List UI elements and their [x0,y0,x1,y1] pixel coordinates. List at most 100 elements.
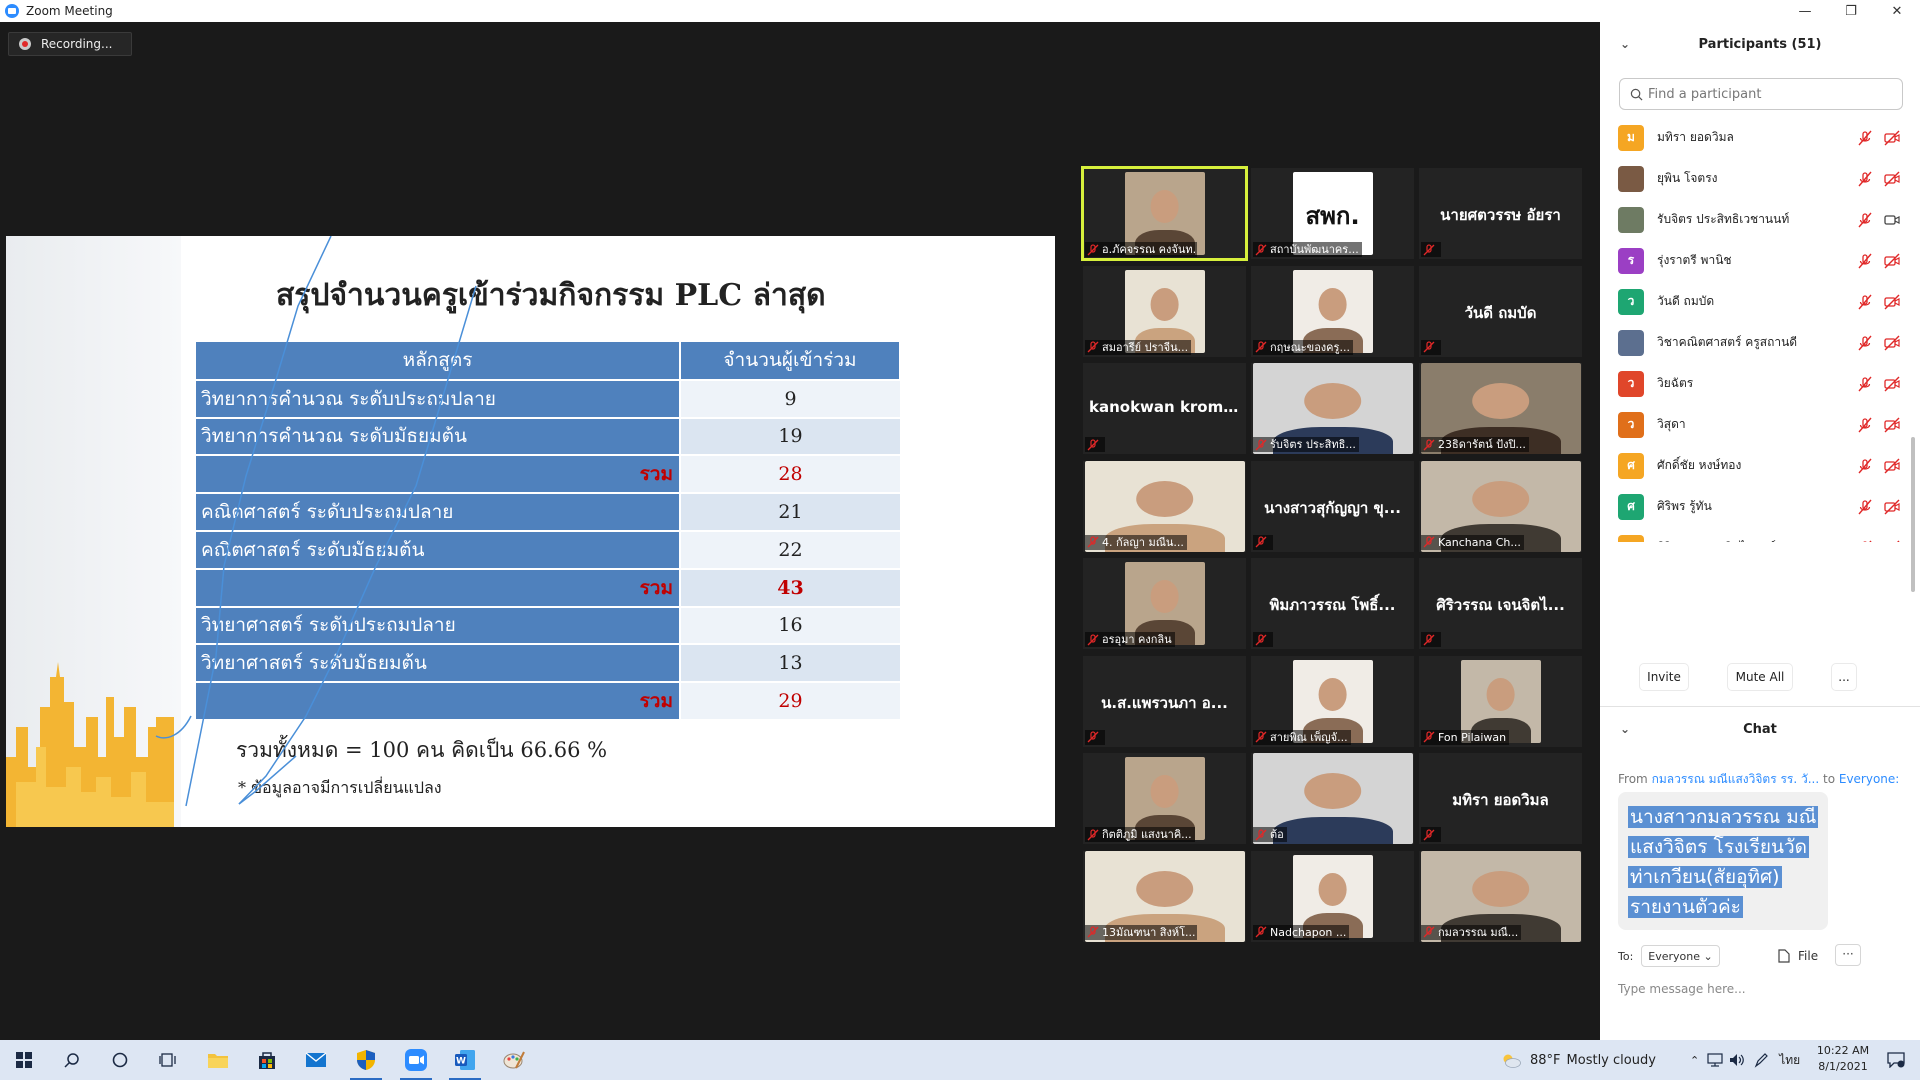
video-tile[interactable]: ต้อ [1251,753,1414,844]
video-tile[interactable]: สพก. สถาบันพัฒนาคร... [1251,168,1414,259]
taskbar-word[interactable]: W [441,1040,489,1080]
video-off-icon[interactable] [1884,376,1900,392]
video-camera-icon[interactable] [1884,212,1900,228]
participant-row[interactable]: ยุพิน โจตรง [1600,158,1914,199]
video-off-icon[interactable] [1884,458,1900,474]
muted-mic-icon[interactable] [1857,540,1873,542]
muted-mic-icon[interactable] [1857,212,1873,228]
video-tile[interactable]: อรอุมา คงกลิน [1083,558,1246,649]
participant-row[interactable]: ศ ศิริพร รู้ทัน [1600,486,1914,527]
minimize-button[interactable]: — [1782,0,1828,22]
muted-mic-icon [1423,633,1435,645]
collapse-chevron-icon[interactable]: ⌄ [1620,37,1630,51]
muted-mic-icon[interactable] [1857,171,1873,187]
muted-mic-icon[interactable] [1857,376,1873,392]
pen-icon[interactable] [1753,1052,1769,1068]
video-off-icon[interactable] [1884,335,1900,351]
chat-message-bubble[interactable]: นางสาวกมลวรรณ มณีแสงวิจิตร โรงเรียนวัดท่… [1618,792,1828,930]
taskbar-zoom[interactable] [392,1040,440,1080]
muted-mic-icon[interactable] [1857,499,1873,515]
mute-all-button[interactable]: Mute All [1728,664,1792,690]
participant-row[interactable]: ว วันดี ถมบัด [1600,281,1914,322]
participant-row[interactable]: ศศิริวรรณ เจนจิตไพบูลย์ [1600,527,1914,542]
video-off-icon[interactable] [1884,540,1900,542]
participant-row[interactable]: ร รุ่งราตรี พานิช [1600,240,1914,281]
title-bar: Zoom Meeting — ❐ ✕ [0,0,1920,22]
tile-name-text: อ.ภัคจรรณ คงจันท... [1102,243,1197,256]
taskbar-mail[interactable] [292,1040,340,1080]
video-off-icon[interactable] [1884,499,1900,515]
video-tile[interactable]: 23ธิดารัตน์ ปังปิ... [1419,363,1582,454]
participant-row[interactable]: รับจิตร ประสิทธิเวชานนท์ [1600,199,1914,240]
video-tile[interactable]: น.ส.แพรวนภา อ... [1083,655,1246,747]
sender-name[interactable]: กมลวรรณ มณีแสงวิจิตร รร. วั... [1652,772,1820,786]
tile-name-text: สถาบันพัฒนาคร... [1270,243,1359,256]
cortana-circle-icon [112,1052,128,1068]
restore-button[interactable]: ❐ [1828,0,1874,22]
video-off-icon[interactable] [1884,253,1900,269]
muted-mic-icon[interactable] [1857,130,1873,146]
muted-mic-icon [1255,926,1267,938]
input-language[interactable]: ไทย [1779,1051,1800,1070]
tile-name-text: Kanchana Ch... [1438,535,1521,549]
video-tile[interactable]: Kanchana Ch... [1419,460,1582,552]
cortana-button[interactable] [96,1040,144,1080]
video-off-icon[interactable] [1884,171,1900,187]
muted-mic-icon[interactable] [1857,253,1873,269]
taskbar-file-explorer[interactable] [194,1040,242,1080]
participant-search-input[interactable]: Find a participant [1619,78,1903,110]
video-tile[interactable]: ศิริวรรณ เจนจิตไ... [1419,558,1582,649]
video-tile[interactable]: วันดี ถมบัด [1419,265,1582,357]
notifications-button[interactable] [1872,1040,1920,1080]
muted-mic-icon[interactable] [1857,294,1873,310]
collapse-chevron-icon[interactable]: ⌄ [1620,722,1630,736]
video-tile[interactable]: Fon Pilaiwan [1419,655,1582,747]
participant-row[interactable]: ว วิสุดา [1600,404,1914,445]
weather-widget[interactable]: 88°F Mostly cloudy [1500,1040,1656,1080]
video-tile[interactable]: มทิรา ยอดวิมล [1419,753,1582,844]
video-tile[interactable]: สายพิณ เพ็ญจั... [1251,655,1414,747]
recipient-select[interactable]: Everyone ⌄ [1641,945,1720,967]
video-tile[interactable]: กฤษณะของครู... [1251,265,1414,357]
participant-row[interactable]: ศ ศักดิ์ชัย หงษ์ทอง [1600,445,1914,486]
participant-scroll-thumb[interactable] [1911,437,1915,592]
video-tile[interactable]: นางสาวสุกัญญา ขุ... [1251,460,1414,552]
chat-more-button[interactable]: ··· [1835,944,1861,966]
taskbar-paint[interactable] [490,1040,538,1080]
close-button[interactable]: ✕ [1874,0,1920,22]
chat-input[interactable]: Type message here... [1618,982,1746,996]
video-off-icon[interactable] [1884,417,1900,433]
participant-row[interactable]: ม มทิรา ยอดวิมล [1600,117,1914,158]
video-off-icon[interactable] [1884,130,1900,146]
participant-row[interactable]: วิชาคณิตศาสตร์ ครูสถานดี [1600,322,1914,363]
chevron-up-icon[interactable]: ⌃ [1690,1054,1699,1067]
taskbar-clock[interactable]: 10:22 AM 8/1/2021 [1806,1043,1880,1075]
volume-icon[interactable] [1729,1053,1745,1067]
video-tile[interactable]: รับจิตร ประสิทธิ... [1251,363,1414,454]
video-off-icon[interactable] [1884,294,1900,310]
participant-row[interactable]: ว วิยฉัตร [1600,363,1914,404]
file-button[interactable]: File [1778,944,1818,968]
search-button[interactable] [48,1040,96,1080]
video-tile[interactable]: kanokwan krom... [1083,363,1246,454]
network-icon[interactable] [1707,1053,1723,1067]
video-tile[interactable]: สมอารีย์ ปราจีน... [1083,265,1246,357]
video-tile[interactable]: อ.ภัคจรรณ คงจันท... [1081,166,1248,261]
muted-mic-icon[interactable] [1857,417,1873,433]
video-tile[interactable]: 4. กัลญา มณีน... [1083,460,1246,552]
video-tile[interactable]: 13มัณฑนา สิงห์โ... [1083,850,1246,942]
video-tile[interactable]: กมลวรรณ มณี... [1419,850,1582,942]
taskbar-store[interactable] [243,1040,291,1080]
start-button[interactable] [0,1040,48,1080]
video-tile[interactable]: นายศตวรรษ อัยรา [1419,168,1582,259]
invite-button[interactable]: Invite [1640,664,1688,690]
task-view-button[interactable] [144,1040,192,1080]
taskbar-security[interactable] [342,1040,390,1080]
video-tile[interactable]: กิตติภูมิ แสงนาคิ... [1083,753,1246,844]
video-tile[interactable]: พิมภาวรรณ โพธิ์... [1251,558,1414,649]
muted-mic-icon[interactable] [1857,458,1873,474]
recording-indicator[interactable]: Recording... [8,32,132,56]
participants-more-button[interactable]: ... [1832,664,1856,690]
muted-mic-icon[interactable] [1857,335,1873,351]
video-tile[interactable]: Nadchapon ... [1251,850,1414,942]
